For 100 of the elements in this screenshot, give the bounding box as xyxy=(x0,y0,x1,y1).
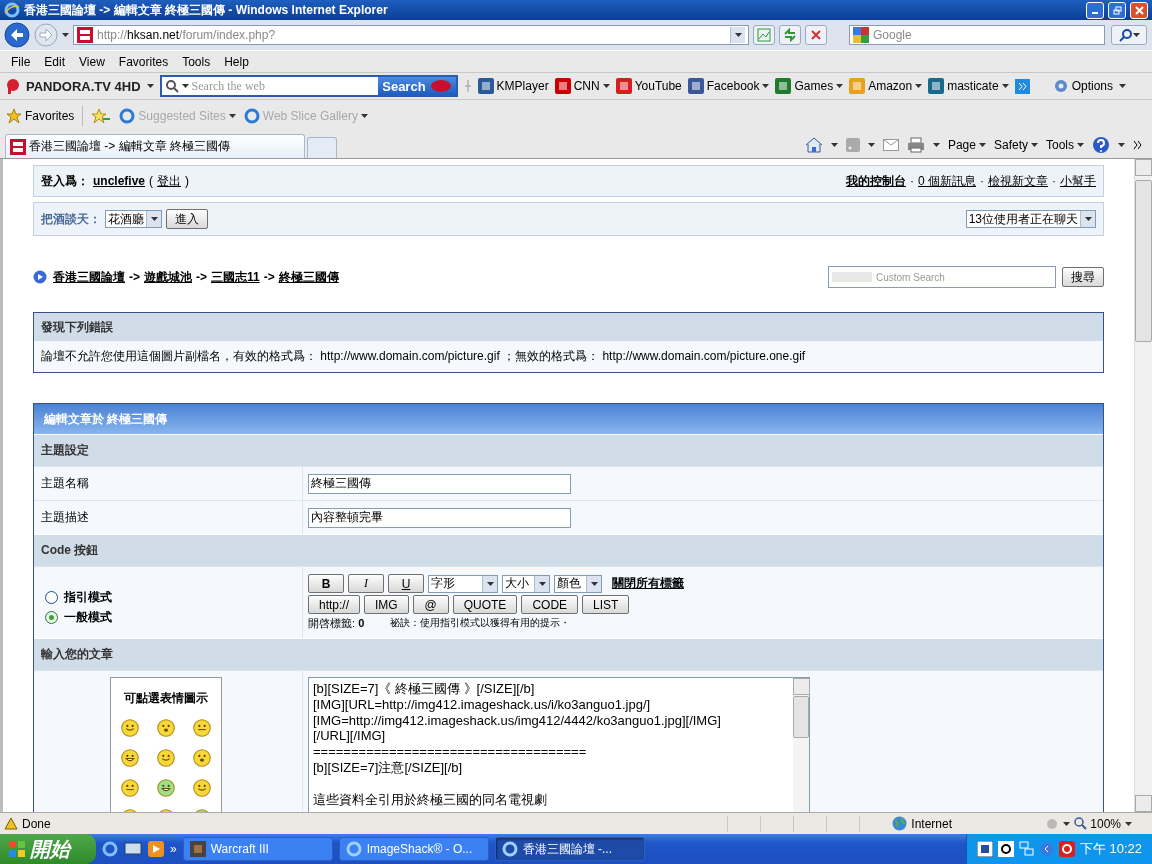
format-select[interactable]: 大小 xyxy=(502,574,550,593)
tag-button[interactable]: @ xyxy=(412,595,449,614)
caret-icon xyxy=(1077,143,1084,147)
browser-icon xyxy=(243,108,260,124)
chat-label: 把酒談天： xyxy=(41,210,101,228)
toolbar-link[interactable]: CNN xyxy=(554,78,610,94)
format-button[interactable]: B xyxy=(308,574,344,593)
toolbar-link[interactable]: Games xyxy=(775,78,844,94)
section-header: 輸入您的文章 xyxy=(34,638,1103,670)
add-favorite-icon[interactable] xyxy=(91,108,112,124)
toolbar-link[interactable]: Amazon xyxy=(849,78,923,94)
start-button[interactable]: 開始 xyxy=(0,834,96,864)
menu-item[interactable]: Help xyxy=(217,54,256,69)
toolbar-link[interactable]: Facebook xyxy=(687,78,770,94)
breadcrumb-link[interactable]: 終極三國傳 xyxy=(278,268,339,286)
browser-tab[interactable]: 香港三國論壇 -> 編輯文章 終極三國傳 xyxy=(5,134,305,158)
text-field[interactable]: 內容整頓完畢 xyxy=(308,507,571,528)
user-link[interactable]: 檢視新文章 xyxy=(988,172,1048,190)
breadcrumb-link[interactable]: 遊戲城池 xyxy=(144,268,192,286)
radio-button[interactable] xyxy=(45,611,58,624)
smiley-icon[interactable] xyxy=(121,749,139,767)
tag-button[interactable]: LIST xyxy=(582,595,630,614)
scroll-thumb[interactable] xyxy=(793,696,809,738)
username-link[interactable]: unclefive xyxy=(93,174,146,188)
mode-label[interactable]: 指引模式 xyxy=(64,589,112,606)
input-method-icon[interactable] xyxy=(976,841,993,857)
breadcrumb-link[interactable]: 香港三國論壇 xyxy=(53,268,125,286)
toolbar-link[interactable]: YouTube xyxy=(615,78,682,94)
command-menu[interactable]: Safety xyxy=(993,138,1038,152)
message-field[interactable]: [b][SIZE=7]《 終極三國傳 》[/SIZE][/b] [IMG][URL=http://img412.imageshack.us/i/ko3anguo1.jpg/] [IMG=http://img412.imageshack.us/img412/4442/ko3anguo1.jpg][/IMG] [/URL][/IMG] ==================================== [b][SIZE=7]注意[/SIZE][/b] 這些資料全引用於終極三國的同名電視劇 xyxy=(308,677,810,812)
tag-button[interactable]: http:// xyxy=(308,595,361,614)
user-link[interactable]: 0 個新訊息 xyxy=(918,172,976,190)
close-tags-link[interactable]: 關閉所有標籤 xyxy=(612,575,684,592)
user-link[interactable]: 小幫手 xyxy=(1060,172,1096,190)
room-select[interactable]: 花酒廳 xyxy=(105,210,162,228)
breadcrumb-link[interactable]: 三國志11 xyxy=(211,268,260,286)
zoom-control[interactable]: 100% xyxy=(1074,816,1121,831)
home-icon[interactable] xyxy=(804,137,823,153)
restore-button[interactable] xyxy=(1108,1,1126,19)
command-menu[interactable]: Tools xyxy=(1046,138,1084,152)
address-field[interactable]: http://hksan.net/forum/index.php? xyxy=(73,25,749,45)
toolbar-link[interactable]: masticate xyxy=(928,78,1009,94)
tag-button[interactable]: CODE xyxy=(521,595,579,614)
command-menu[interactable]: Page xyxy=(947,138,986,152)
tag-button[interactable]: IMG xyxy=(364,595,409,614)
smiley-icon[interactable] xyxy=(157,719,175,737)
mode-label[interactable]: 一般模式 xyxy=(64,609,112,626)
smiley-icon[interactable] xyxy=(157,779,175,797)
smiley-icon[interactable] xyxy=(193,719,211,737)
caret-icon xyxy=(360,114,368,118)
taskbar-button[interactable]: 香港三國論壇 -... xyxy=(494,837,645,861)
options-button[interactable]: Options xyxy=(1052,78,1113,94)
smiley-icon[interactable] xyxy=(121,719,139,737)
search-button[interactable] xyxy=(1111,25,1147,45)
stop-button[interactable] xyxy=(805,25,827,45)
user-link[interactable]: 我的控制台 xyxy=(846,172,906,190)
ask-search-button[interactable]: Search xyxy=(378,77,456,95)
radio-button[interactable] xyxy=(45,591,58,604)
menu-item[interactable]: Edit xyxy=(37,54,73,69)
tag-button[interactable]: QUOTE xyxy=(452,595,518,614)
format-select[interactable]: 顏色 xyxy=(554,574,602,593)
refresh-button[interactable] xyxy=(779,25,801,45)
toolbar-brand[interactable]: PANDORA.TV 4HD xyxy=(26,78,141,94)
smiley-icon[interactable] xyxy=(193,779,211,797)
logout-link[interactable]: 登出 xyxy=(157,172,182,190)
format-button[interactable]: U xyxy=(388,574,424,593)
minimize-button[interactable] xyxy=(1086,1,1104,19)
toolbar-link[interactable]: KMPlayer xyxy=(477,78,549,94)
close-button[interactable] xyxy=(1130,1,1148,19)
desktop-icon[interactable] xyxy=(124,841,142,857)
mail-icon[interactable] xyxy=(882,139,899,151)
menu-item[interactable]: View xyxy=(72,54,112,69)
format-button[interactable]: I xyxy=(348,574,384,593)
smiley-icon[interactable] xyxy=(193,749,211,767)
chevron-icon[interactable] xyxy=(1133,140,1143,150)
media-player-icon[interactable] xyxy=(148,841,164,857)
taskbar-button[interactable]: Warcraft III xyxy=(182,837,333,861)
enter-button[interactable]: 進入 xyxy=(166,209,208,229)
format-select[interactable]: 字形 xyxy=(428,574,498,593)
taskbar-button[interactable]: ImageShack® - O... xyxy=(338,837,489,861)
menu-item[interactable]: File xyxy=(4,54,38,69)
print-icon[interactable] xyxy=(906,137,925,153)
menu-item[interactable]: Favorites xyxy=(111,54,176,69)
web-search-box[interactable]: Search the web Search xyxy=(159,75,458,97)
site-search-button[interactable]: 搜尋 xyxy=(1062,267,1104,287)
menu-item[interactable]: Tools xyxy=(175,54,218,69)
smiley-icon[interactable] xyxy=(157,749,175,767)
caret-icon xyxy=(538,581,546,586)
more-text[interactable]: » xyxy=(170,842,177,856)
chat-users-select[interactable]: 13位使用者正在聊天 xyxy=(965,210,1096,228)
antivirus-icon[interactable] xyxy=(1058,841,1075,857)
text-field[interactable]: 終極三國傳 xyxy=(308,473,571,494)
back-icon[interactable] xyxy=(4,22,30,48)
web-search-field[interactable]: Google xyxy=(849,25,1105,45)
favorites-button[interactable]: Favorites xyxy=(6,108,75,124)
separator-dot: · xyxy=(910,174,914,188)
address-dropdown-icon[interactable] xyxy=(730,27,745,43)
browser-icon[interactable] xyxy=(102,841,118,857)
smiley-icon[interactable] xyxy=(121,779,139,797)
scroll-thumb[interactable] xyxy=(1135,180,1152,342)
